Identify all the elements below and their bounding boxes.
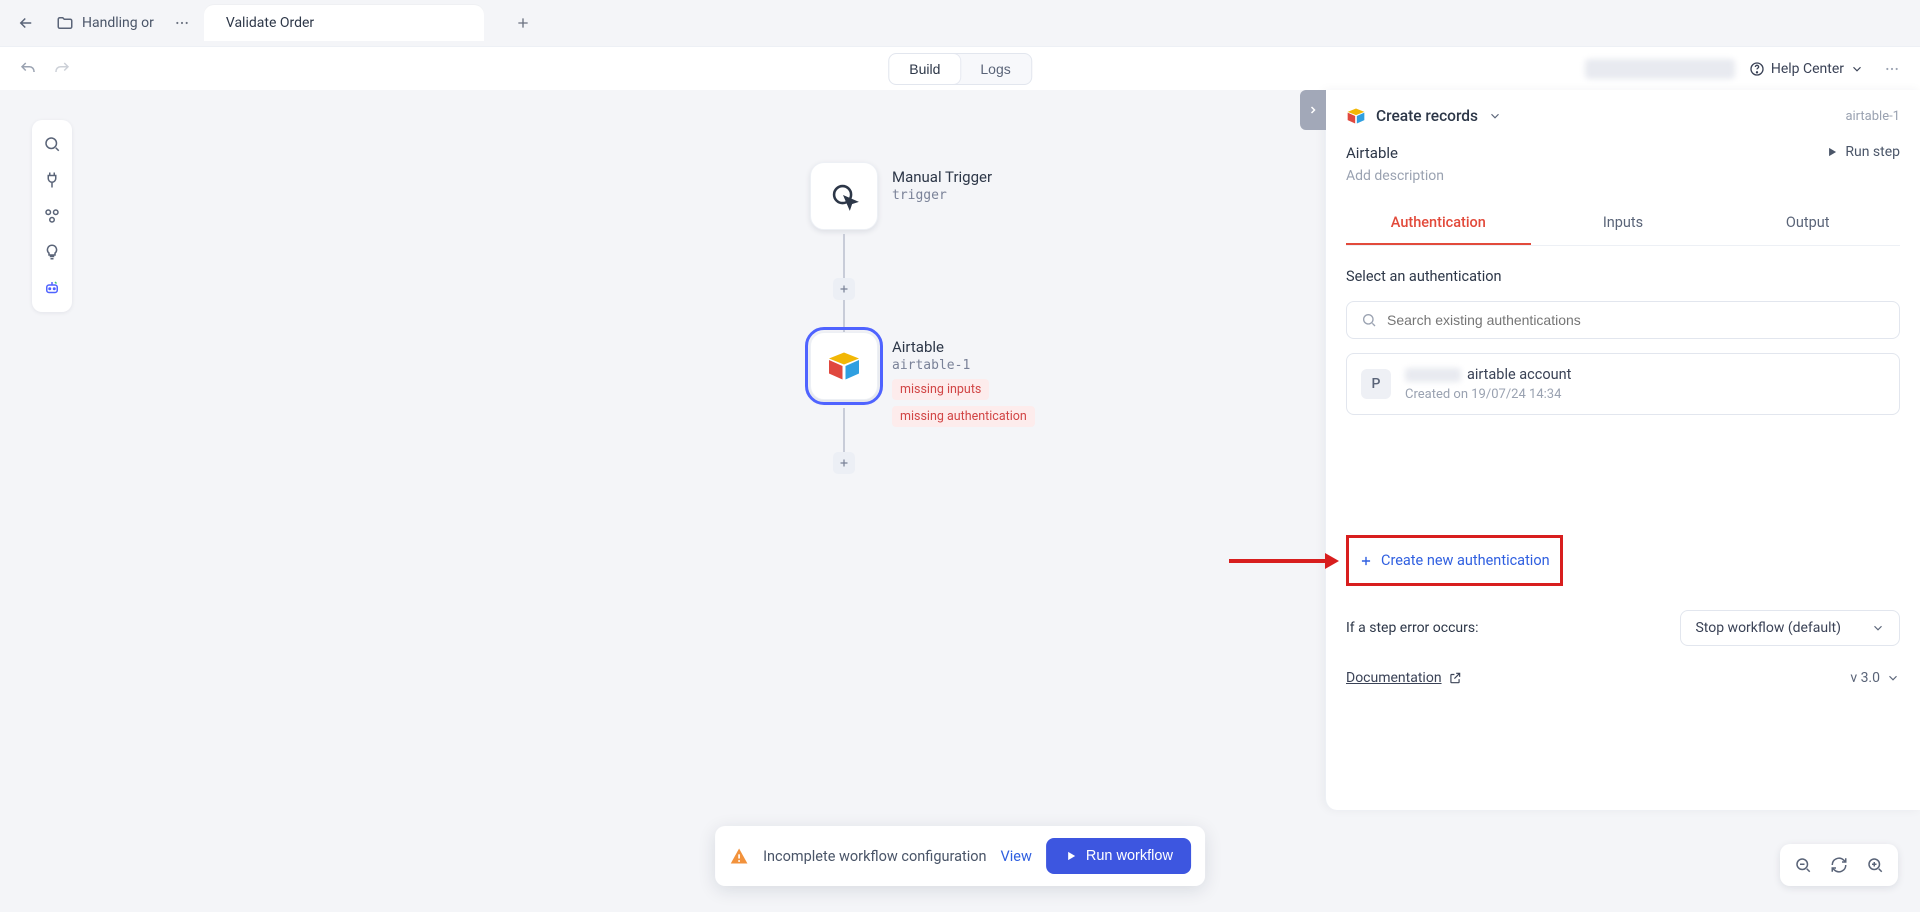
main-toolbar: Build Logs Help Center bbox=[0, 46, 1920, 90]
version-select[interactable]: v 3.0 bbox=[1850, 670, 1900, 686]
connector-line bbox=[843, 408, 845, 456]
chevron-down-icon bbox=[1850, 62, 1864, 76]
auth-search-box[interactable] bbox=[1346, 301, 1900, 339]
back-button[interactable] bbox=[12, 9, 40, 37]
breadcrumb-more-icon[interactable] bbox=[174, 15, 190, 31]
idea-tool[interactable] bbox=[36, 236, 68, 268]
tab-label: Validate Order bbox=[226, 15, 314, 31]
zoom-out-button[interactable] bbox=[1786, 850, 1820, 880]
play-icon bbox=[1064, 849, 1078, 863]
add-step-between[interactable] bbox=[833, 278, 855, 300]
error-badge-auth: missing authentication bbox=[892, 406, 1035, 427]
panel-tabs: Authentication Inputs Output bbox=[1346, 202, 1900, 246]
doc-label: Documentation bbox=[1346, 670, 1442, 686]
account-name-masked bbox=[1585, 59, 1735, 79]
documentation-link[interactable]: Documentation bbox=[1346, 670, 1462, 686]
run-workflow-button[interactable]: Run workflow bbox=[1046, 838, 1191, 874]
auth-avatar: P bbox=[1361, 369, 1391, 399]
panel-description-placeholder[interactable]: Add description bbox=[1346, 168, 1444, 184]
node-meta: Airtable airtable-1 missing inputs missi… bbox=[892, 332, 1039, 427]
node-title: Manual Trigger bbox=[892, 168, 992, 186]
redo-button[interactable] bbox=[48, 55, 76, 83]
play-icon bbox=[1825, 145, 1839, 159]
chevron-down-icon bbox=[1871, 621, 1885, 635]
node-icon-box bbox=[810, 332, 878, 400]
folder-icon bbox=[56, 14, 74, 32]
node-subtitle: airtable-1 bbox=[892, 358, 1039, 373]
warning-icon bbox=[729, 846, 749, 866]
side-tool-palette bbox=[32, 120, 72, 312]
collapse-panel-button[interactable] bbox=[1300, 90, 1326, 130]
zoom-in-button[interactable] bbox=[1858, 850, 1892, 880]
toast-text: Incomplete workflow configuration bbox=[763, 848, 986, 865]
add-tab-button[interactable] bbox=[508, 8, 538, 38]
tab-inputs[interactable]: Inputs bbox=[1531, 202, 1716, 245]
help-center-button[interactable]: Help Center bbox=[1749, 61, 1864, 77]
panel-service-name: Airtable bbox=[1346, 144, 1444, 162]
callout-arrow-icon bbox=[1229, 549, 1339, 573]
run-step-button[interactable]: Run step bbox=[1825, 144, 1900, 160]
tab-output[interactable]: Output bbox=[1715, 202, 1900, 245]
segment-logs[interactable]: Logs bbox=[960, 54, 1030, 84]
version-label: v 3.0 bbox=[1850, 670, 1880, 686]
top-bar: Handling or Validate Order bbox=[0, 0, 1920, 46]
panel-step-id: airtable-1 bbox=[1845, 109, 1900, 124]
search-tool[interactable] bbox=[36, 128, 68, 160]
step-error-value: Stop workflow (default) bbox=[1695, 620, 1841, 636]
segment-build[interactable]: Build bbox=[889, 54, 960, 84]
external-link-icon bbox=[1448, 671, 1462, 685]
plug-tool[interactable] bbox=[36, 164, 68, 196]
more-menu-button[interactable] bbox=[1878, 55, 1906, 83]
run-workflow-label: Run workflow bbox=[1086, 848, 1173, 864]
undo-button[interactable] bbox=[14, 55, 42, 83]
chevron-down-icon[interactable] bbox=[1488, 109, 1502, 123]
node-title: Airtable bbox=[892, 338, 1039, 356]
step-error-select[interactable]: Stop workflow (default) bbox=[1680, 610, 1900, 646]
ai-tool[interactable] bbox=[36, 272, 68, 304]
create-new-auth-button[interactable]: Create new authentication bbox=[1346, 535, 1563, 586]
panel-title: Create records bbox=[1376, 107, 1478, 125]
create-auth-label: Create new authentication bbox=[1381, 552, 1550, 569]
help-label: Help Center bbox=[1771, 61, 1844, 77]
auth-section-label: Select an authentication bbox=[1346, 268, 1900, 285]
toast-view-link[interactable]: View bbox=[1001, 848, 1032, 865]
existing-auth-item[interactable]: P airtable account Created on 19/07/24 1… bbox=[1346, 353, 1900, 415]
zoom-reset-button[interactable] bbox=[1822, 850, 1856, 880]
step-error-label: If a step error occurs: bbox=[1346, 620, 1479, 636]
view-segment: Build Logs bbox=[888, 53, 1032, 85]
node-subtitle: trigger bbox=[892, 188, 992, 203]
help-icon bbox=[1749, 61, 1765, 77]
add-step-after[interactable] bbox=[833, 452, 855, 474]
folder-label: Handling or bbox=[82, 15, 154, 31]
cursor-click-icon bbox=[827, 179, 861, 213]
airtable-icon bbox=[1346, 106, 1366, 126]
plus-icon bbox=[1359, 554, 1373, 568]
workflow-status-toast: Incomplete workflow configuration View R… bbox=[715, 826, 1205, 886]
error-badge-inputs: missing inputs bbox=[892, 379, 989, 400]
node-icon-box bbox=[810, 162, 878, 230]
tab-authentication[interactable]: Authentication bbox=[1346, 202, 1531, 245]
run-step-label: Run step bbox=[1845, 144, 1900, 160]
tab-validate-order[interactable]: Validate Order bbox=[204, 5, 484, 41]
node-meta: Manual Trigger trigger bbox=[892, 162, 992, 203]
auth-created-date: Created on 19/07/24 14:34 bbox=[1405, 387, 1571, 402]
auth-name-masked bbox=[1405, 368, 1461, 382]
zoom-controls bbox=[1780, 844, 1898, 886]
breadcrumb-folder[interactable]: Handling or bbox=[48, 10, 162, 36]
airtable-icon bbox=[826, 348, 862, 384]
node-manual-trigger[interactable]: Manual Trigger trigger bbox=[810, 162, 992, 230]
step-config-panel: Create records airtable-1 Airtable Add d… bbox=[1325, 90, 1920, 810]
search-icon bbox=[1361, 312, 1377, 328]
auth-name: airtable account bbox=[1405, 366, 1571, 383]
integrations-tool[interactable] bbox=[36, 200, 68, 232]
chevron-down-icon bbox=[1886, 671, 1900, 685]
auth-search-input[interactable] bbox=[1387, 312, 1885, 328]
workflow-canvas[interactable]: Manual Trigger trigger Airtable airtable… bbox=[0, 90, 1920, 912]
